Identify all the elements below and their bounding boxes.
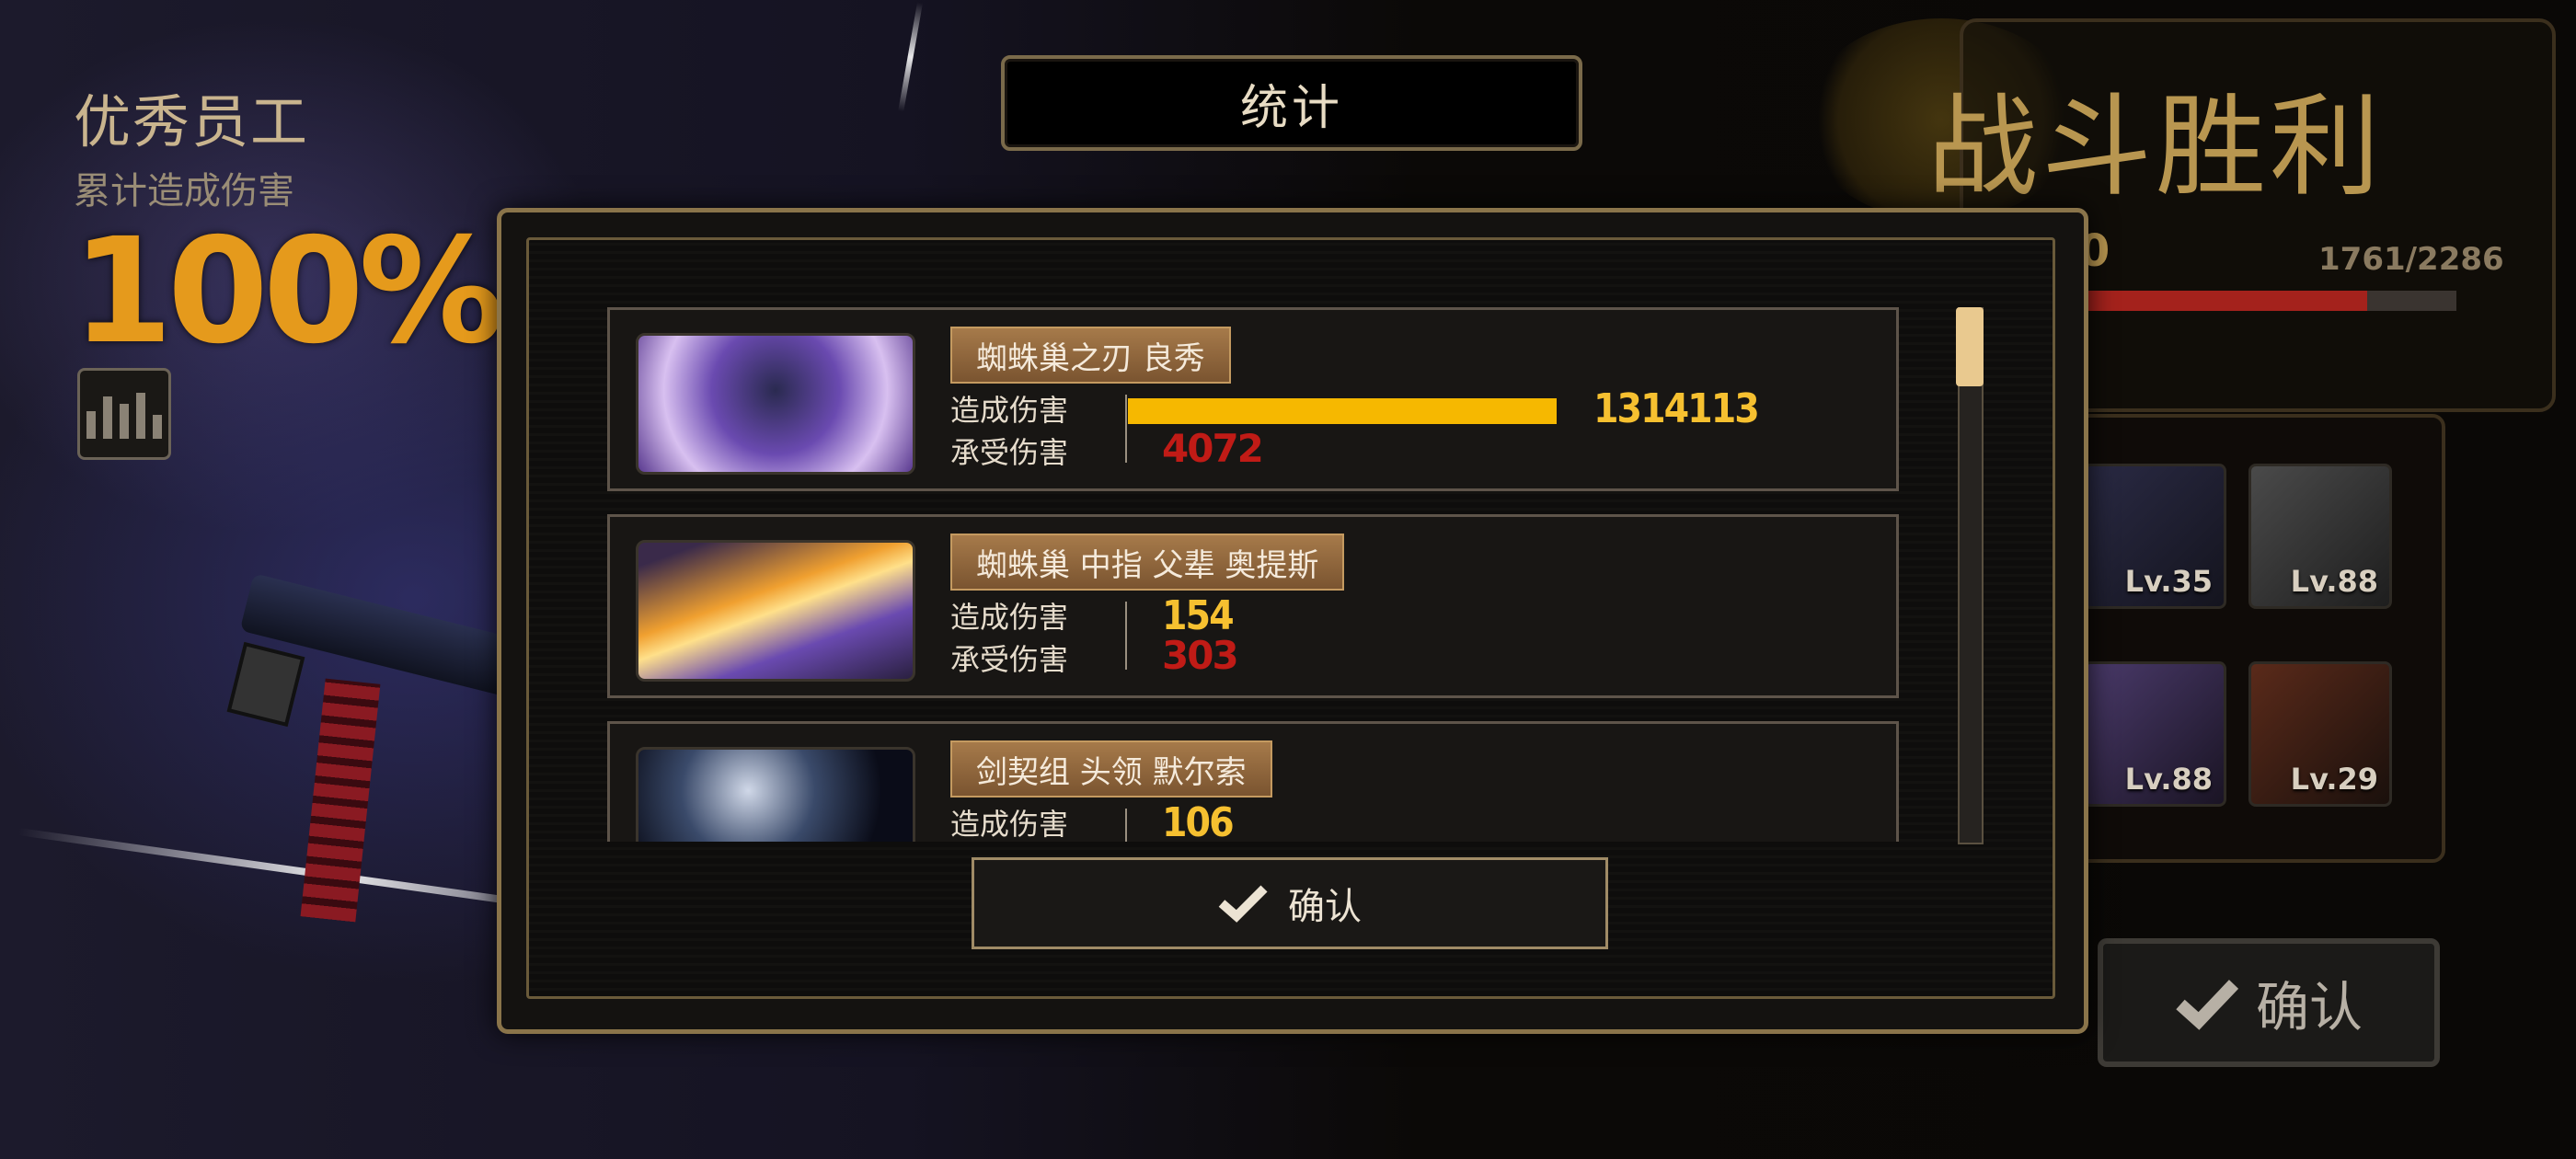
team-card-level: Lv.29 <box>2290 762 2378 797</box>
character-portrait <box>636 747 915 842</box>
result-confirm-button[interactable]: 确认 <box>2098 938 2440 1067</box>
damage-dealt-value: 106 <box>1162 799 1235 842</box>
katana-tassel <box>300 678 381 923</box>
stats-row: 蜘蛛巢之刃 良秀 造成伤害 承受伤害 1314113 4072 <box>607 307 1899 491</box>
damage-dealt-label: 造成伤害 <box>950 393 1069 428</box>
team-card-level: Lv.35 <box>2124 564 2213 599</box>
team-card[interactable]: Lv.29 <box>2248 661 2392 807</box>
team-card[interactable]: Lv.35 <box>2083 464 2226 609</box>
bar-axis <box>1125 395 1127 463</box>
checkmark-icon <box>1218 885 1268 923</box>
dialog-title-text: 统计 <box>1239 80 1343 136</box>
damage-dealt-label: 造成伤害 <box>950 600 1069 635</box>
damage-taken-label: 承受伤害 <box>950 642 1069 677</box>
victory-title: 战斗胜利 <box>1927 84 2384 212</box>
damage-dealt-bar <box>1128 398 1557 424</box>
team-panel: Lv.35 Lv.88 Lv.88 Lv.29 <box>2033 414 2445 863</box>
character-portrait <box>636 540 915 682</box>
damage-taken-label: 承受伤害 <box>950 435 1069 470</box>
mvp-title: 优秀员工 <box>74 88 310 155</box>
stats-row: 剑契组 头领 默尔索 造成伤害 承受伤害 106 <box>607 721 1899 842</box>
stats-row: 蜘蛛巢 中指 父辈 奥提斯 造成伤害 承受伤害 154 303 <box>607 514 1899 698</box>
damage-taken-value: 4072 <box>1162 426 1264 471</box>
dialog-confirm-button[interactable]: 确认 <box>972 857 1608 949</box>
stats-list[interactable]: 蜘蛛巢之刃 良秀 造成伤害 承受伤害 1314113 4072 蜘蛛巢 中指 父… <box>607 304 1904 842</box>
character-name: 剑契组 头领 默尔索 <box>950 740 1272 798</box>
result-confirm-label: 确认 <box>2255 976 2363 1039</box>
exp-bar-fill <box>2070 291 2368 311</box>
dialog-title: 统计 <box>1001 55 1582 151</box>
exp-bar <box>2070 291 2456 311</box>
damage-taken-value: 303 <box>1162 633 1239 678</box>
character-name: 蜘蛛巢 中指 父辈 奥提斯 <box>950 534 1345 591</box>
team-card[interactable]: Lv.88 <box>2083 661 2226 807</box>
stats-scrollbar-thumb[interactable] <box>1956 307 1984 386</box>
team-card[interactable]: Lv.88 <box>2248 464 2392 609</box>
mvp-damage-percent: 100% <box>72 207 504 376</box>
stats-scrollbar[interactable] <box>1958 307 1984 844</box>
dialog-confirm-label: 确认 <box>1288 886 1362 928</box>
character-portrait <box>636 333 915 475</box>
damage-dealt-label: 造成伤害 <box>950 807 1069 842</box>
sword-slash-effect <box>898 2 923 112</box>
exp-text: 1761/2286 <box>2318 241 2504 278</box>
damage-dealt-value: 1314113 <box>1593 385 1760 432</box>
katana-guard <box>226 641 305 728</box>
bar-axis <box>1125 602 1127 670</box>
checkmark-icon <box>2176 980 2239 1030</box>
team-card-level: Lv.88 <box>2124 762 2213 797</box>
team-card-level: Lv.88 <box>2290 564 2378 599</box>
bar-chart-icon[interactable] <box>77 368 171 460</box>
bar-axis <box>1125 809 1127 842</box>
character-name: 蜘蛛巢之刃 良秀 <box>950 327 1231 384</box>
